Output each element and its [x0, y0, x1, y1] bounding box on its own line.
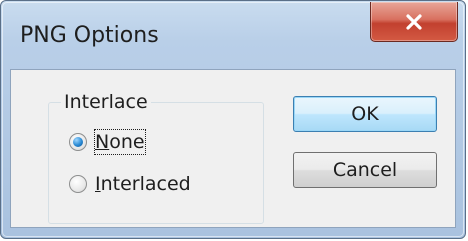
dialog-window: PNG Options Interlace None Interlaced OK… — [0, 0, 466, 239]
window-title: PNG Options — [20, 23, 159, 48]
dialog-client-area: Interlace None Interlaced OK Cancel — [10, 69, 456, 228]
close-icon — [404, 12, 424, 32]
radio-button-interlaced[interactable] — [69, 175, 87, 193]
ok-button[interactable]: OK — [293, 96, 437, 132]
radio-option-none[interactable]: None — [69, 129, 146, 155]
mnemonic-none: N — [95, 131, 110, 153]
radio-button-none[interactable] — [69, 133, 87, 151]
interlace-group-label: Interlace — [61, 89, 151, 115]
cancel-button[interactable]: Cancel — [293, 152, 437, 188]
radio-option-interlaced[interactable]: Interlaced — [69, 172, 191, 196]
interlace-groupbox: Interlace None Interlaced — [48, 89, 264, 224]
radio-label-interlaced-rest: nterlaced — [100, 173, 191, 195]
radio-label-none[interactable]: None — [94, 129, 146, 155]
radio-label-none-rest: one — [109, 131, 145, 153]
radio-label-interlaced[interactable]: Interlaced — [95, 172, 191, 196]
close-button[interactable] — [370, 2, 458, 42]
